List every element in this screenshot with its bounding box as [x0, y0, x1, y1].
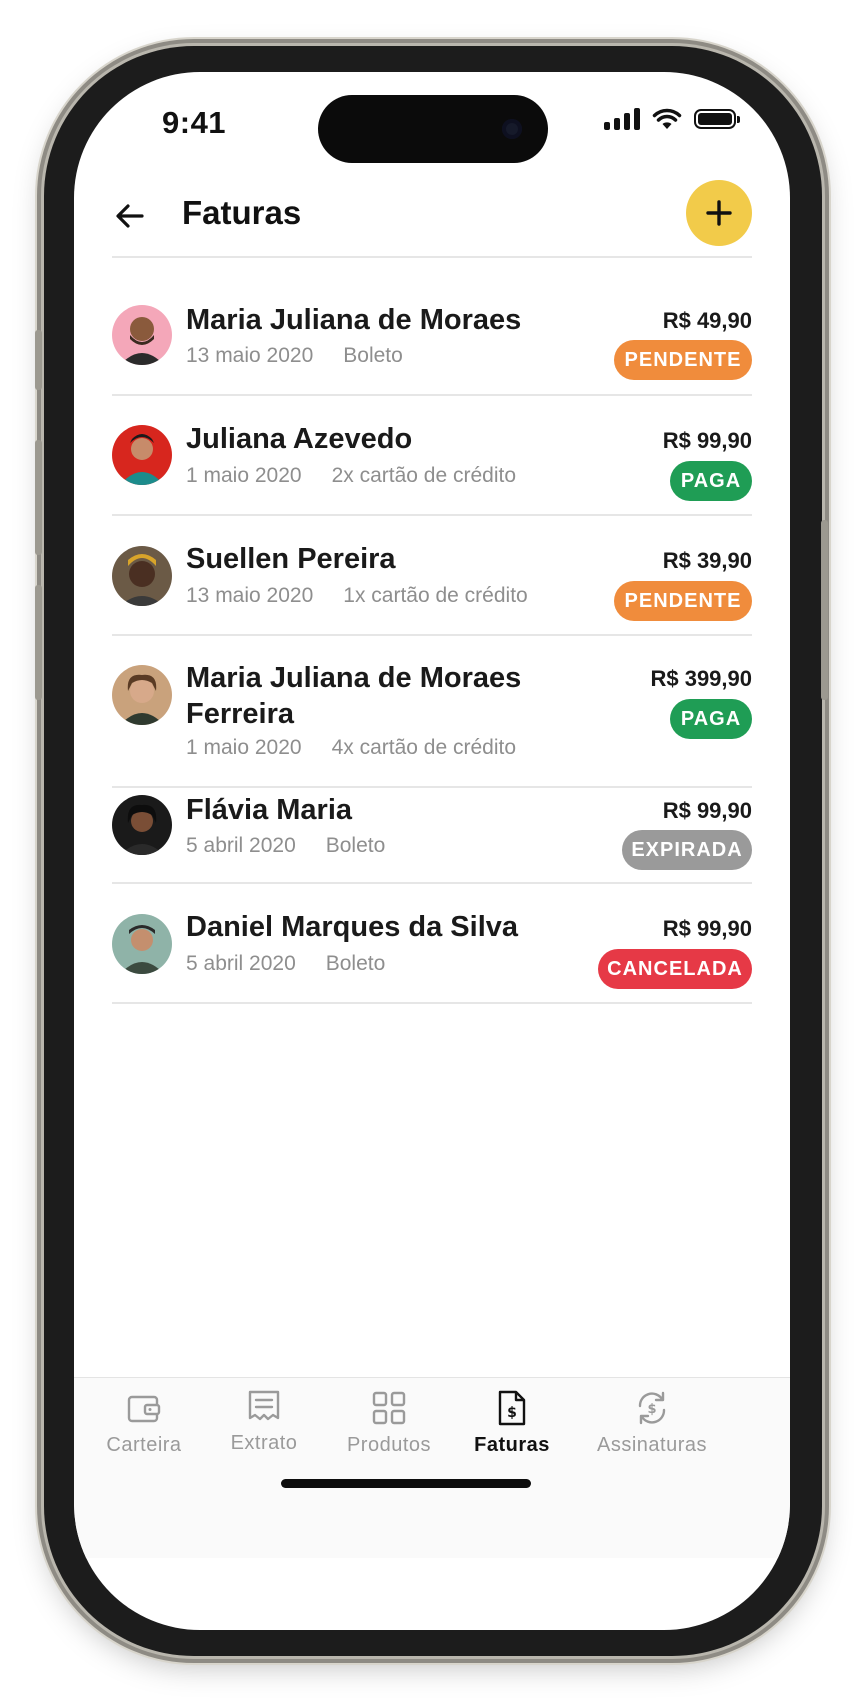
screen: 9:41 Faturas Maria Juliana de Moraes 13 …	[74, 72, 790, 1630]
invoice-date: 13 maio 2020	[186, 344, 314, 367]
status-badge: EXPIRADA	[622, 830, 752, 870]
invoice-date: 5 abril 2020	[186, 834, 296, 857]
status-badge: PENDENTE	[614, 581, 752, 621]
dynamic-island	[318, 95, 548, 163]
avatar	[112, 425, 172, 485]
status-badge: PAGA	[670, 461, 752, 501]
cellular-signal-icon	[604, 108, 640, 130]
invoice-amount: R$ 99,90	[662, 916, 752, 941]
invoice-payment-method: Boleto	[325, 952, 386, 975]
invoice-amount: R$ 49,90	[662, 308, 752, 333]
invoice-date: 5 abril 2020	[186, 952, 296, 975]
invoice-payment-method: Boleto	[325, 834, 386, 857]
invoice-row[interactable]: Maria Juliana de Moraes Ferreira 1 maio …	[112, 636, 752, 788]
invoice-row[interactable]: Suellen Pereira 13 maio 2020 1x cartão d…	[112, 516, 752, 636]
svg-text:$: $	[507, 1405, 517, 1421]
tab-carteira[interactable]: Carteira	[74, 1388, 214, 1457]
invoice-client-name: Flávia Maria	[186, 794, 353, 826]
subscription-dollar-icon: $	[638, 1391, 666, 1425]
header: Faturas	[74, 180, 790, 250]
tab-bar: Carteira Extrato Produtos $ Faturas $ As…	[74, 1377, 790, 1558]
invoice-row[interactable]: Juliana Azevedo 1 maio 2020 2x cartão de…	[112, 396, 752, 516]
invoice-client-name: Maria Juliana de Moraes	[186, 304, 522, 336]
status-badge: CANCELADA	[598, 949, 752, 989]
invoice-meta: 13 maio 2020 1x cartão de crédito	[186, 584, 528, 608]
arrow-left-icon[interactable]	[112, 198, 148, 234]
status-badge: PENDENTE	[614, 340, 752, 380]
tab-produtos[interactable]: Produtos	[319, 1388, 459, 1457]
invoice-meta: 1 maio 2020 2x cartão de crédito	[186, 464, 516, 488]
tab-label: Assinaturas	[597, 1434, 707, 1456]
invoice-row[interactable]: Flávia Maria 5 abril 2020 Boleto R$ 99,9…	[112, 788, 752, 884]
invoice-payment-method: 2x cartão de crédito	[331, 464, 517, 487]
invoice-amount: R$ 39,90	[662, 548, 752, 573]
tab-label: Produtos	[346, 1434, 432, 1456]
action-button	[35, 330, 42, 390]
tab-assinaturas[interactable]: $ Assinaturas	[582, 1388, 722, 1457]
avatar	[112, 665, 172, 725]
invoice-row[interactable]: Daniel Marques da Silva 5 abril 2020 Bol…	[112, 884, 752, 1004]
tab-faturas[interactable]: $ Faturas	[442, 1388, 582, 1457]
battery-icon	[694, 109, 740, 129]
status-icons	[604, 108, 740, 130]
wifi-icon	[652, 108, 682, 129]
invoice-amount: R$ 99,90	[662, 428, 752, 453]
plus-icon	[706, 200, 732, 226]
avatar	[112, 795, 172, 855]
invoice-payment-method: 1x cartão de crédito	[343, 584, 528, 607]
invoice-payment-method: Boleto	[343, 344, 403, 367]
add-invoice-button[interactable]	[686, 180, 752, 246]
volume-down-button	[35, 585, 42, 700]
invoice-meta: 5 abril 2020 Boleto	[186, 952, 385, 976]
invoice-amount: R$ 99,90	[662, 798, 752, 823]
invoice-date: 1 maio 2020	[186, 736, 302, 759]
volume-up-button	[35, 440, 42, 555]
wallet-icon	[127, 1395, 161, 1423]
svg-text:$: $	[647, 1402, 656, 1417]
invoice-date: 13 maio 2020	[186, 584, 314, 607]
status-time: 9:41	[162, 105, 227, 140]
side-button	[821, 520, 828, 700]
invoice-meta: 5 abril 2020 Boleto	[186, 834, 385, 858]
invoice-list: Maria Juliana de Moraes 13 maio 2020 Bol…	[112, 258, 752, 1004]
invoice-amount: R$ 399,90	[650, 666, 752, 691]
tab-label: Faturas	[474, 1434, 550, 1456]
avatar	[112, 546, 172, 606]
invoice-meta: 13 maio 2020 Boleto	[186, 344, 403, 368]
invoice-payment-method: 4x cartão de crédito	[331, 736, 517, 759]
receipt-icon	[248, 1390, 280, 1421]
camera-icon	[502, 119, 522, 139]
avatar	[112, 305, 172, 365]
invoice-row[interactable]: Maria Juliana de Moraes 13 maio 2020 Bol…	[112, 258, 752, 396]
page-title: Faturas	[182, 194, 302, 231]
tab-label: Extrato	[230, 1432, 298, 1454]
invoice-client-name: Juliana Azevedo	[186, 423, 413, 455]
invoice-client-name: Maria Juliana de Moraes Ferreira	[186, 662, 522, 730]
grid-icon	[372, 1391, 406, 1425]
invoice-client-name: Daniel Marques da Silva	[186, 911, 519, 943]
invoice-date: 1 maio 2020	[186, 464, 302, 487]
tab-extrato[interactable]: Extrato	[194, 1386, 334, 1455]
invoice-dollar-icon: $	[498, 1390, 526, 1426]
avatar	[112, 914, 172, 974]
invoice-client-name: Suellen Pereira	[186, 543, 396, 575]
invoice-meta: 1 maio 2020 4x cartão de crédito	[186, 736, 516, 760]
tab-label: Carteira	[106, 1434, 182, 1456]
status-badge: PAGA	[670, 699, 752, 739]
home-indicator[interactable]	[281, 1479, 531, 1488]
